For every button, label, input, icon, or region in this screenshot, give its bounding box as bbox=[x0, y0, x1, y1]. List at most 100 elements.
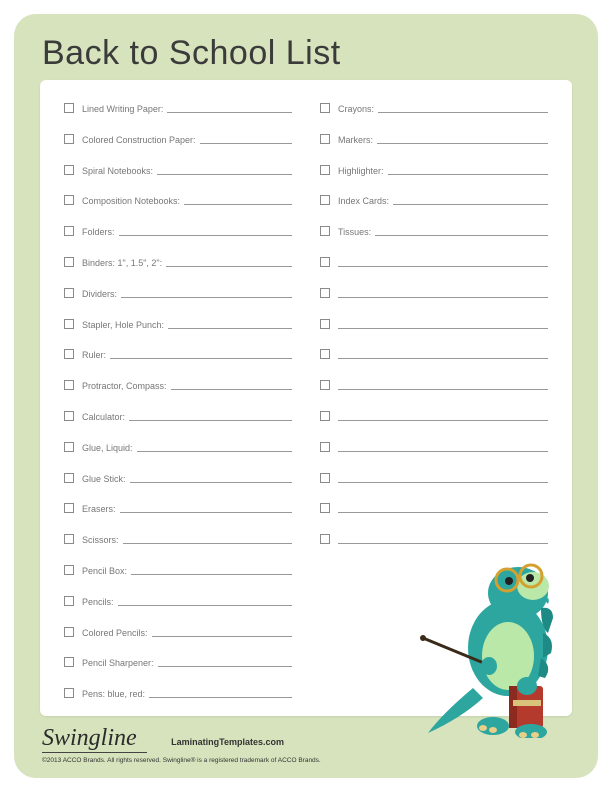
item-label: Calculator: bbox=[82, 412, 125, 422]
footer: Swingline LaminatingTemplates.com ©2013 … bbox=[42, 725, 582, 764]
item-label: Erasers: bbox=[82, 504, 116, 514]
dinosaur-teacher-icon bbox=[413, 538, 588, 738]
checkbox[interactable] bbox=[64, 195, 74, 205]
checkbox[interactable] bbox=[320, 411, 330, 421]
checkbox[interactable] bbox=[64, 134, 74, 144]
list-item: Highlighter: bbox=[320, 162, 548, 176]
list-item: Markers: bbox=[320, 131, 548, 145]
checkbox[interactable] bbox=[320, 288, 330, 298]
list-item bbox=[320, 500, 548, 514]
fill-line[interactable] bbox=[184, 204, 292, 205]
list-item: Stapler, Hole Punch: bbox=[64, 316, 292, 330]
checkbox[interactable] bbox=[64, 349, 74, 359]
fill-line[interactable] bbox=[157, 174, 292, 175]
checkbox[interactable] bbox=[64, 319, 74, 329]
fill-line[interactable] bbox=[149, 697, 292, 698]
checkbox[interactable] bbox=[64, 657, 74, 667]
checkbox[interactable] bbox=[64, 596, 74, 606]
checkbox[interactable] bbox=[64, 503, 74, 513]
fill-line[interactable] bbox=[338, 420, 548, 421]
fill-line[interactable] bbox=[338, 266, 548, 267]
fill-line[interactable] bbox=[130, 482, 292, 483]
list-item: Scissors: bbox=[64, 531, 292, 545]
checkbox[interactable] bbox=[64, 627, 74, 637]
fill-line[interactable] bbox=[377, 143, 548, 144]
fill-line[interactable] bbox=[338, 328, 548, 329]
fill-line[interactable] bbox=[375, 235, 548, 236]
fill-line[interactable] bbox=[378, 112, 548, 113]
checkbox[interactable] bbox=[64, 534, 74, 544]
checkbox[interactable] bbox=[320, 534, 330, 544]
checkbox[interactable] bbox=[64, 288, 74, 298]
checkbox[interactable] bbox=[320, 257, 330, 267]
checkbox[interactable] bbox=[64, 257, 74, 267]
list-item: Index Cards: bbox=[320, 192, 548, 206]
checkbox[interactable] bbox=[64, 473, 74, 483]
checkbox[interactable] bbox=[320, 503, 330, 513]
list-item: Binders: 1", 1.5", 2": bbox=[64, 254, 292, 268]
fill-line[interactable] bbox=[168, 328, 292, 329]
fill-line[interactable] bbox=[131, 574, 292, 575]
fill-line[interactable] bbox=[388, 174, 548, 175]
fill-line[interactable] bbox=[110, 358, 292, 359]
fill-line[interactable] bbox=[120, 512, 292, 513]
page-title: Back to School List bbox=[14, 14, 598, 73]
site-label: LaminatingTemplates.com bbox=[171, 737, 284, 747]
item-label: Protractor, Compass: bbox=[82, 381, 167, 391]
item-label: Markers: bbox=[338, 135, 373, 145]
list-item: Dividers: bbox=[64, 285, 292, 299]
fill-line[interactable] bbox=[338, 512, 548, 513]
item-label: Ruler: bbox=[82, 350, 106, 360]
checkbox[interactable] bbox=[320, 349, 330, 359]
checkbox[interactable] bbox=[64, 442, 74, 452]
fill-line[interactable] bbox=[393, 204, 548, 205]
list-item: Colored Pencils: bbox=[64, 624, 292, 638]
card-background: Back to School List Lined Writing Paper:… bbox=[14, 14, 598, 778]
item-label: Stapler, Hole Punch: bbox=[82, 320, 164, 330]
checkbox[interactable] bbox=[320, 442, 330, 452]
fill-line[interactable] bbox=[338, 451, 548, 452]
fill-line[interactable] bbox=[166, 266, 292, 267]
item-label: Spiral Notebooks: bbox=[82, 166, 153, 176]
fill-line[interactable] bbox=[338, 358, 548, 359]
checkbox[interactable] bbox=[64, 411, 74, 421]
list-item bbox=[320, 439, 548, 453]
checkbox[interactable] bbox=[64, 380, 74, 390]
list-item: Folders: bbox=[64, 223, 292, 237]
checkbox[interactable] bbox=[320, 165, 330, 175]
checkbox[interactable] bbox=[64, 226, 74, 236]
checkbox[interactable] bbox=[320, 134, 330, 144]
checkbox[interactable] bbox=[320, 103, 330, 113]
item-label: Glue, Liquid: bbox=[82, 443, 133, 453]
checkbox[interactable] bbox=[64, 565, 74, 575]
fill-line[interactable] bbox=[137, 451, 292, 452]
fill-line[interactable] bbox=[152, 636, 292, 637]
fill-line[interactable] bbox=[123, 543, 292, 544]
fill-line[interactable] bbox=[167, 112, 292, 113]
checkbox[interactable] bbox=[320, 195, 330, 205]
checkbox[interactable] bbox=[320, 380, 330, 390]
checkbox[interactable] bbox=[64, 103, 74, 113]
fill-line[interactable] bbox=[338, 389, 548, 390]
checkbox[interactable] bbox=[64, 688, 74, 698]
checkbox[interactable] bbox=[320, 226, 330, 236]
list-item bbox=[320, 377, 548, 391]
fill-line[interactable] bbox=[158, 666, 292, 667]
fill-line[interactable] bbox=[171, 389, 292, 390]
fill-line[interactable] bbox=[338, 297, 548, 298]
fill-line[interactable] bbox=[118, 605, 292, 606]
fill-line[interactable] bbox=[129, 420, 292, 421]
item-label: Colored Construction Paper: bbox=[82, 135, 196, 145]
list-item: Glue, Liquid: bbox=[64, 439, 292, 453]
item-label: Scissors: bbox=[82, 535, 119, 545]
list-item bbox=[320, 316, 548, 330]
fill-line[interactable] bbox=[200, 143, 292, 144]
checkbox[interactable] bbox=[320, 473, 330, 483]
item-label: Pens: blue, red: bbox=[82, 689, 145, 699]
fill-line[interactable] bbox=[338, 482, 548, 483]
checkbox[interactable] bbox=[64, 165, 74, 175]
fill-line[interactable] bbox=[121, 297, 292, 298]
checkbox[interactable] bbox=[320, 319, 330, 329]
fill-line[interactable] bbox=[119, 235, 292, 236]
list-item: Tissues: bbox=[320, 223, 548, 237]
